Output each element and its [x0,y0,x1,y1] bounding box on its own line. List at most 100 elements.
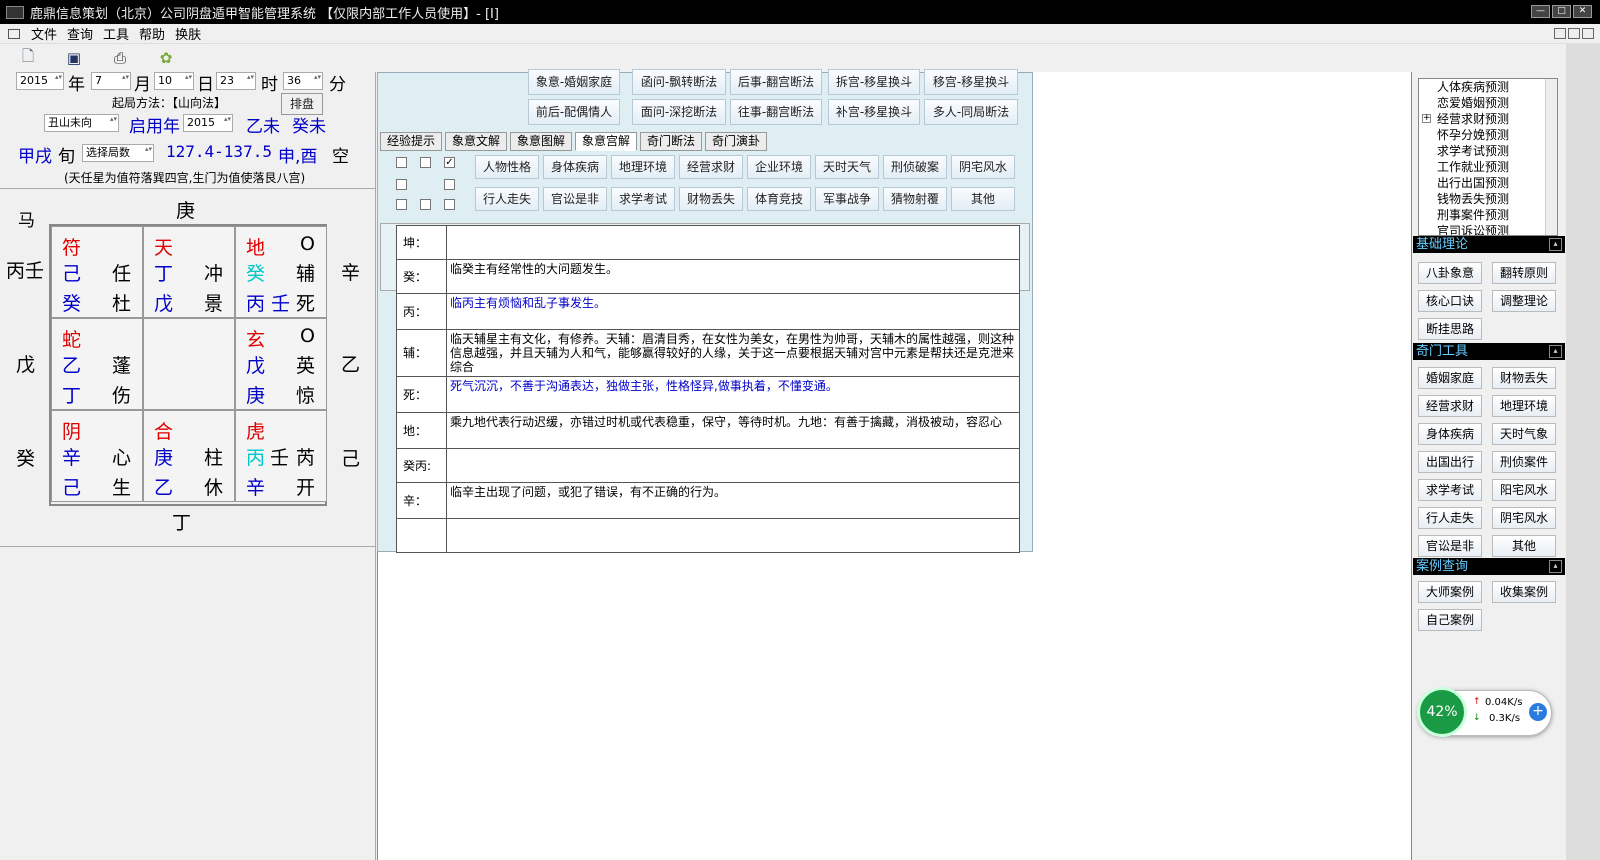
option-checkbox[interactable] [396,179,407,190]
tree-item[interactable]: 怀孕分娩预测 [1419,127,1557,143]
print-icon[interactable]: ⎙ [110,48,130,68]
qimen-tool-button[interactable]: 刑侦案件 [1492,451,1556,473]
method-button[interactable]: 补宫-移星换斗 [828,99,920,125]
day-spinner[interactable]: 10 [154,72,194,90]
basic-theory-button[interactable]: 八卦象意 [1418,262,1482,284]
option-checkbox[interactable] [396,157,407,168]
option-checkbox[interactable] [444,199,455,210]
case-button[interactable]: 自己案例 [1418,609,1482,631]
mdi-close-button[interactable] [1582,28,1594,39]
qiyong-year-spinner[interactable]: 2015 [183,114,233,132]
method-button[interactable]: 后事-翻宫断法 [730,69,822,95]
qimen-tool-button[interactable]: 身体疾病 [1418,423,1482,445]
topic-button[interactable]: 人物性格 [475,155,539,179]
topic-button[interactable]: 阴宅风水 [951,155,1015,179]
tab-5[interactable]: 奇门断法 [640,132,702,151]
qimen-tool-button[interactable]: 地理环境 [1492,395,1556,417]
menu-file[interactable]: 文件 [26,24,62,43]
method-button[interactable]: 多人-同局断法 [924,99,1018,125]
topic-button[interactable]: 猜物射覆 [883,187,947,211]
close-button[interactable]: ✕ [1573,5,1592,18]
tree-item[interactable]: 钱物丢失预测 [1419,191,1557,207]
qimen-tool-button[interactable]: 财物丢失 [1492,367,1556,389]
qimen-tool-button[interactable]: 经营求财 [1418,395,1482,417]
minute-spinner[interactable]: 36 [283,72,323,90]
ju-select[interactable]: 选择局数 [82,144,154,162]
basic-theory-button[interactable]: 断挂思路 [1418,318,1482,340]
case-button[interactable]: 收集案例 [1492,581,1556,603]
section-basic-theory[interactable]: 基础理论 [1413,236,1565,253]
topic-button[interactable]: 其他 [951,187,1015,211]
topic-button[interactable]: 财物丢失 [679,187,743,211]
method-button[interactable]: 前后-配偶情人 [528,99,620,125]
topic-button[interactable]: 官讼是非 [543,187,607,211]
year-spinner[interactable]: 2015 [16,72,64,90]
tree-item[interactable]: 官司诉讼预测 [1419,223,1557,235]
tree-item[interactable]: 出行出国预测 [1419,175,1557,191]
topic-button[interactable]: 体育竞技 [747,187,811,211]
topic-button[interactable]: 经营求财 [679,155,743,179]
settings-icon[interactable]: ✿ [156,48,176,68]
tree-scrollbar[interactable] [1545,79,1557,235]
mdi-restore-button[interactable] [1568,28,1580,39]
menu-tools[interactable]: 工具 [98,24,134,43]
minimize-button[interactable]: — [1531,5,1550,18]
qimen-tool-button[interactable]: 出国出行 [1418,451,1482,473]
hour-spinner[interactable]: 23 [216,72,256,90]
maximize-button[interactable]: □ [1552,5,1571,18]
tab-6[interactable]: 奇门演卦 [705,132,767,151]
tree-item[interactable]: + 经营求财预测 [1419,111,1557,127]
tree-item[interactable]: 刑事案件预测 [1419,207,1557,223]
month-spinner[interactable]: 7 [91,72,131,90]
topic-button[interactable]: 行人走失 [475,187,539,211]
qimen-tool-button[interactable]: 求学考试 [1418,479,1482,501]
option-checkbox[interactable] [420,199,431,210]
topic-button[interactable]: 天时天气 [815,155,879,179]
menu-help[interactable]: 帮助 [134,24,170,43]
qimen-tool-button[interactable]: 其他 [1492,535,1556,557]
tree-expand-icon[interactable]: + [1422,114,1431,123]
method-button[interactable]: 面问-深挖断法 [632,99,726,125]
qimen-tool-button[interactable]: 官讼是非 [1418,535,1482,557]
add-icon[interactable]: + [1529,703,1547,721]
option-checkbox[interactable]: ✓ [444,157,455,168]
topic-button[interactable]: 军事战争 [815,187,879,211]
topic-button[interactable]: 地理环境 [611,155,675,179]
option-checkbox[interactable] [444,179,455,190]
qimen-tool-button[interactable]: 阳宅风水 [1492,479,1556,501]
new-file-icon[interactable]: 🗋 [18,47,38,68]
menu-query[interactable]: 查询 [62,24,98,43]
qimen-tool-button[interactable]: 行人走失 [1418,507,1482,529]
method-button[interactable]: 拆宫-移星换斗 [828,69,920,95]
tab-2[interactable]: 象意文解 [445,132,507,151]
topic-button[interactable]: 企业环境 [747,155,811,179]
topic-button[interactable]: 身体疾病 [543,155,607,179]
method-button[interactable]: 象意-婚姻家庭 [528,69,620,95]
menu-skin[interactable]: 换肤 [170,24,206,43]
network-monitor-widget[interactable]: 42% ↑ 0.04K/s ↓ 0.3K/s + [1417,687,1552,737]
qimen-tool-button[interactable]: 天时气象 [1492,423,1556,445]
topic-button[interactable]: 刑侦破案 [883,155,947,179]
tab-4[interactable]: 象意宫解 [575,132,637,151]
tree-item[interactable]: 人体疾病预测 [1419,79,1557,95]
option-checkbox[interactable] [396,199,407,210]
mountain-select[interactable]: 丑山未向 [44,114,119,132]
method-button[interactable]: 往事-翻宫断法 [730,99,822,125]
tab-3[interactable]: 象意图解 [510,132,572,151]
qimen-tool-button[interactable]: 阴宅风水 [1492,507,1556,529]
case-button[interactable]: 大师案例 [1418,581,1482,603]
system-menu-icon[interactable] [8,28,20,39]
mdi-minimize-button[interactable] [1554,28,1566,39]
option-checkbox[interactable] [420,157,431,168]
tab-1[interactable]: 经验提示 [380,132,442,151]
section-qimen-tools[interactable]: 奇门工具 [1413,343,1565,360]
basic-theory-button[interactable]: 翻转原则 [1492,262,1556,284]
save-icon[interactable]: ▣ [64,48,84,68]
qimen-tool-button[interactable]: 婚姻家庭 [1418,367,1482,389]
tree-item[interactable]: 工作就业预测 [1419,159,1557,175]
method-button[interactable]: 函问-飘转断法 [632,69,726,95]
tree-item[interactable]: 恋爱婚姻预测 [1419,95,1557,111]
topic-button[interactable]: 求学考试 [611,187,675,211]
section-case-query[interactable]: 案例查询 [1413,558,1565,575]
method-button[interactable]: 移宫-移星换斗 [924,69,1018,95]
